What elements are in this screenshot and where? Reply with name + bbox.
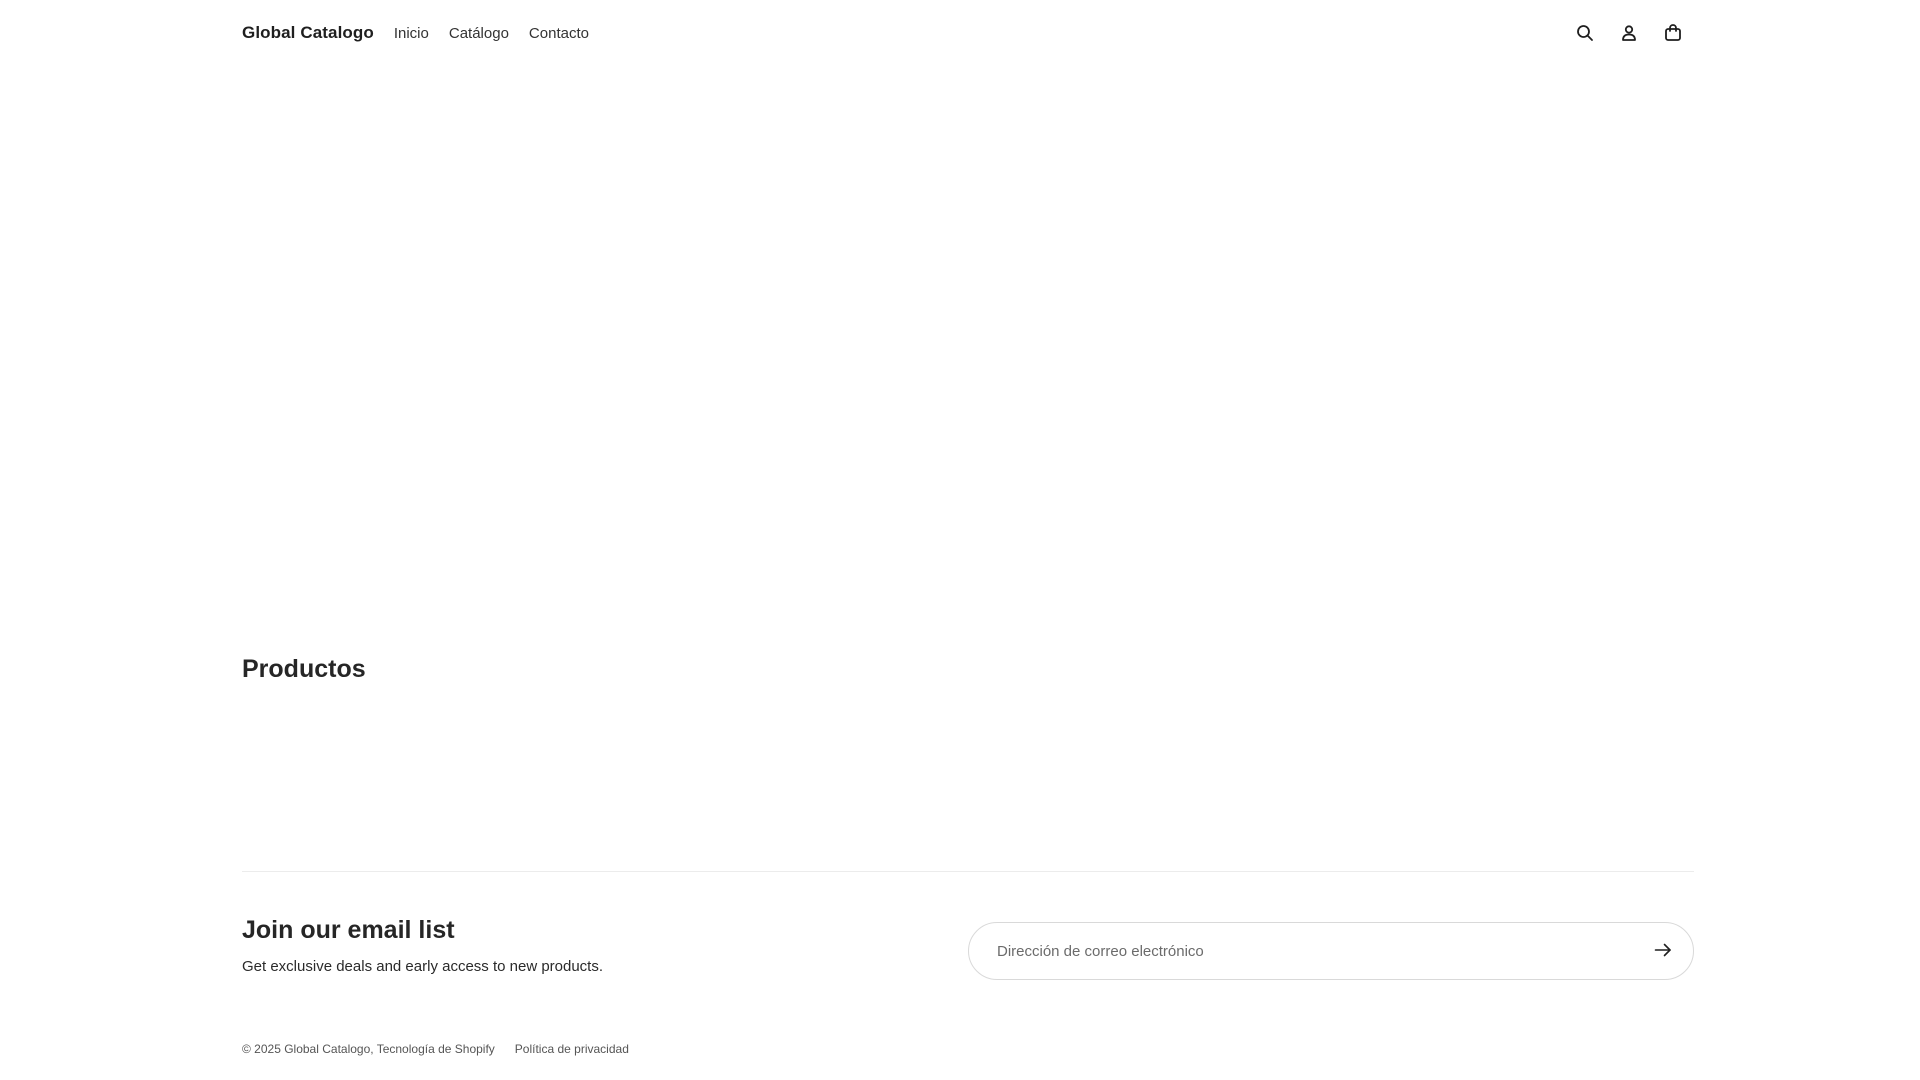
privacy-policy-link[interactable]: Política de privacidad	[515, 1042, 629, 1056]
header-left: Global Catalogo Inicio Catálogo Contacto	[242, 23, 609, 43]
page: Global Catalogo Inicio Catálogo Contacto	[0, 0, 1920, 1080]
account-icon[interactable]	[1618, 22, 1640, 44]
email-input[interactable]	[997, 942, 1597, 960]
nav-item-catalogo[interactable]: Catálogo	[449, 25, 509, 42]
products-heading: Productos	[242, 655, 366, 683]
brand-logo[interactable]: Global Catalogo	[242, 23, 374, 43]
newsletter-subtitle: Get exclusive deals and early access to …	[242, 958, 604, 975]
header-icons	[1574, 22, 1684, 44]
nav-item-inicio[interactable]: Inicio	[394, 25, 429, 42]
site-header: Global Catalogo Inicio Catálogo Contacto	[242, 0, 1694, 66]
newsletter-form	[968, 922, 1694, 980]
search-icon[interactable]	[1574, 22, 1596, 44]
copyright-text: © 2025 Global Catalogo, Tecnología de Sh…	[242, 1042, 495, 1056]
site-footer: © 2025 Global Catalogo, Tecnología de Sh…	[242, 1042, 629, 1056]
main-nav: Inicio Catálogo Contacto	[394, 25, 609, 42]
nav-item-contacto[interactable]: Contacto	[529, 25, 589, 42]
footer-divider	[242, 871, 1694, 872]
newsletter-heading: Join our email list	[242, 916, 455, 944]
cart-icon[interactable]	[1662, 22, 1684, 44]
newsletter-submit-button[interactable]	[1651, 939, 1675, 963]
arrow-right-icon	[1654, 943, 1672, 960]
